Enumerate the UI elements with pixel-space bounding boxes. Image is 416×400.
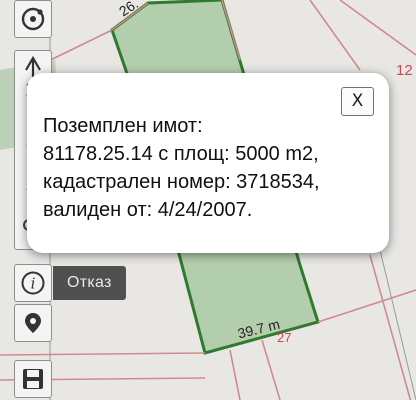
save-icon (23, 369, 43, 389)
cancel-tooltip[interactable]: Отказ (53, 266, 126, 300)
parcel-info-popup: X Поземплен имот: 81178.25.14 с площ: 50… (27, 73, 389, 253)
info-button[interactable]: i (14, 264, 52, 302)
parcel-number-bottom: 27 (277, 330, 292, 345)
popup-line-area: 81178.25.14 с площ: 5000 m2, (43, 143, 319, 165)
location-pin-icon (25, 313, 41, 333)
svg-text:i: i (31, 275, 36, 293)
compass-icon (21, 7, 45, 31)
parcel-number-right: 12 (396, 62, 413, 79)
info-icon: i (21, 271, 45, 295)
location-button[interactable] (14, 304, 52, 342)
save-button[interactable] (14, 360, 52, 398)
compass-button[interactable] (14, 0, 52, 38)
popup-line-valid-from: валиден от: 4/24/2007. (43, 199, 253, 221)
popup-line-title: Поземплен имот: (43, 115, 203, 137)
popup-content: Поземплен имот: 81178.25.14 с площ: 5000… (43, 112, 383, 224)
popup-line-cadastral-number: кадастрален номер: 3718534, (43, 171, 320, 193)
